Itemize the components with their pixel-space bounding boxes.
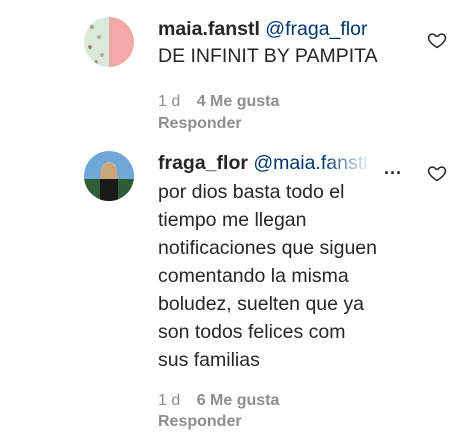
likes-count[interactable]: 4 Me gusta	[197, 93, 280, 110]
comment-header: maia.fanstl @fraga_flor	[158, 17, 367, 42]
avatar[interactable]	[84, 151, 134, 201]
comment-meta: 1 d 4 Me gusta	[158, 93, 291, 111]
timestamp[interactable]: 1 d	[158, 93, 180, 110]
comment-text-line: tiempo me llegan	[158, 209, 307, 231]
avatar[interactable]	[84, 17, 134, 67]
mention-link[interactable]: @fraga_flor	[265, 18, 367, 40]
comment-text-line: sus familias	[158, 349, 260, 371]
username[interactable]: fraga_flor	[158, 152, 248, 174]
comment-text-line: DE INFINIT BY PAMPITA	[158, 45, 378, 67]
comment-text-line: comentando la misma	[158, 265, 349, 287]
mention-link[interactable]: @maia.fanstl	[253, 152, 367, 174]
comment-header: fraga_flor @maia.fanstl	[158, 151, 371, 176]
heart-outline-icon[interactable]	[427, 163, 447, 183]
likes-count[interactable]: 6 Me gusta	[197, 392, 280, 409]
mention-wrapper: @maia.fanstl	[253, 151, 371, 176]
reply-button[interactable]: Responder	[158, 115, 242, 133]
comment-meta: 1 d 6 Me gusta	[158, 392, 291, 410]
timestamp[interactable]: 1 d	[158, 392, 180, 409]
avatar-image	[84, 17, 134, 67]
avatar-image	[84, 151, 134, 201]
comment-text-line: notificaciones que siguen	[158, 237, 377, 259]
comment-text-line: boludez, suelten que ya	[158, 293, 364, 315]
comment-text-line: son todos felices com	[158, 321, 346, 343]
more-options-icon[interactable]: ...	[384, 158, 402, 179]
reply-button[interactable]: Responder	[158, 413, 242, 431]
comment-text-line: por dios basta todo el	[158, 181, 345, 203]
heart-outline-icon[interactable]	[427, 30, 447, 50]
username[interactable]: maia.fanstl	[158, 18, 260, 40]
